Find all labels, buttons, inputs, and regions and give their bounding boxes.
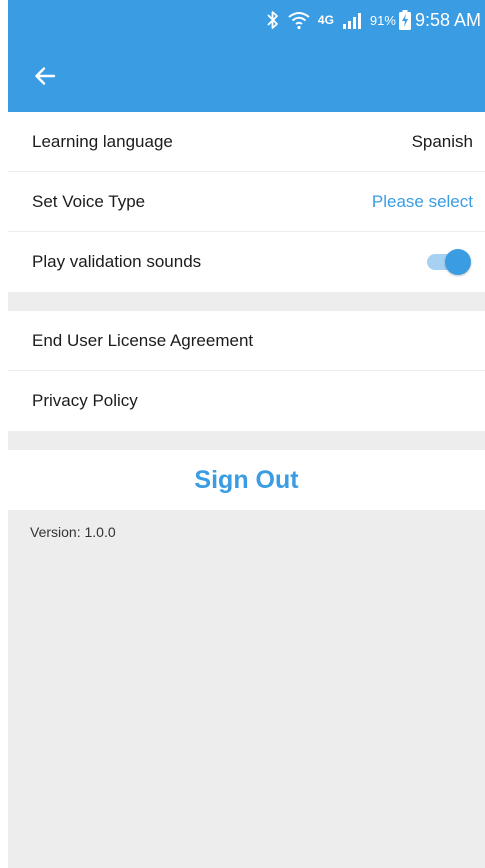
battery-charging-icon: [398, 10, 411, 30]
privacy-policy-row[interactable]: Privacy Policy: [8, 371, 485, 431]
section-divider: [8, 431, 485, 450]
version-text: Version: 1.0.0: [30, 524, 116, 540]
arrow-left-icon: [35, 67, 56, 85]
learning-language-value: Spanish: [411, 131, 473, 151]
learning-language-row[interactable]: Learning language Spanish: [8, 112, 485, 172]
back-button[interactable]: [30, 61, 60, 91]
validation-sounds-row: Play validation sounds: [8, 232, 485, 292]
eula-label: End User License Agreement: [32, 330, 254, 350]
signal-icon: [342, 11, 364, 29]
legal-group: End User License Agreement Privacy Polic…: [8, 311, 485, 431]
voice-type-select-link[interactable]: Please select: [372, 192, 473, 212]
status-bar: 4G 91% 9:58 AM: [8, 0, 485, 40]
battery-percent: 91%: [369, 12, 396, 28]
privacy-policy-label: Privacy Policy: [32, 391, 138, 410]
settings-group: Learning language Spanish Set Voice Type…: [8, 112, 485, 292]
eula-row[interactable]: End User License Agreement: [8, 311, 485, 371]
validation-sounds-toggle[interactable]: [427, 249, 471, 275]
sign-out-button[interactable]: Sign Out: [194, 466, 298, 495]
section-divider: [8, 292, 485, 311]
voice-type-label: Set Voice Type: [32, 191, 146, 211]
wifi-icon: [288, 10, 310, 30]
toggle-thumb: [445, 249, 471, 275]
validation-sounds-label: Play validation sounds: [32, 252, 202, 271]
app-bar: [8, 40, 485, 112]
sign-out-row: Sign Out: [8, 450, 485, 510]
status-time: 9:58 AM: [414, 9, 481, 30]
learning-language-label: Learning language: [32, 131, 173, 151]
settings-screen: 4G 91% 9:58 AM Learning language Spanish…: [8, 0, 485, 868]
lte-icon: 4G: [317, 13, 334, 27]
bluetooth-icon: [266, 10, 280, 30]
voice-type-row[interactable]: Set Voice Type Please select: [8, 172, 485, 232]
